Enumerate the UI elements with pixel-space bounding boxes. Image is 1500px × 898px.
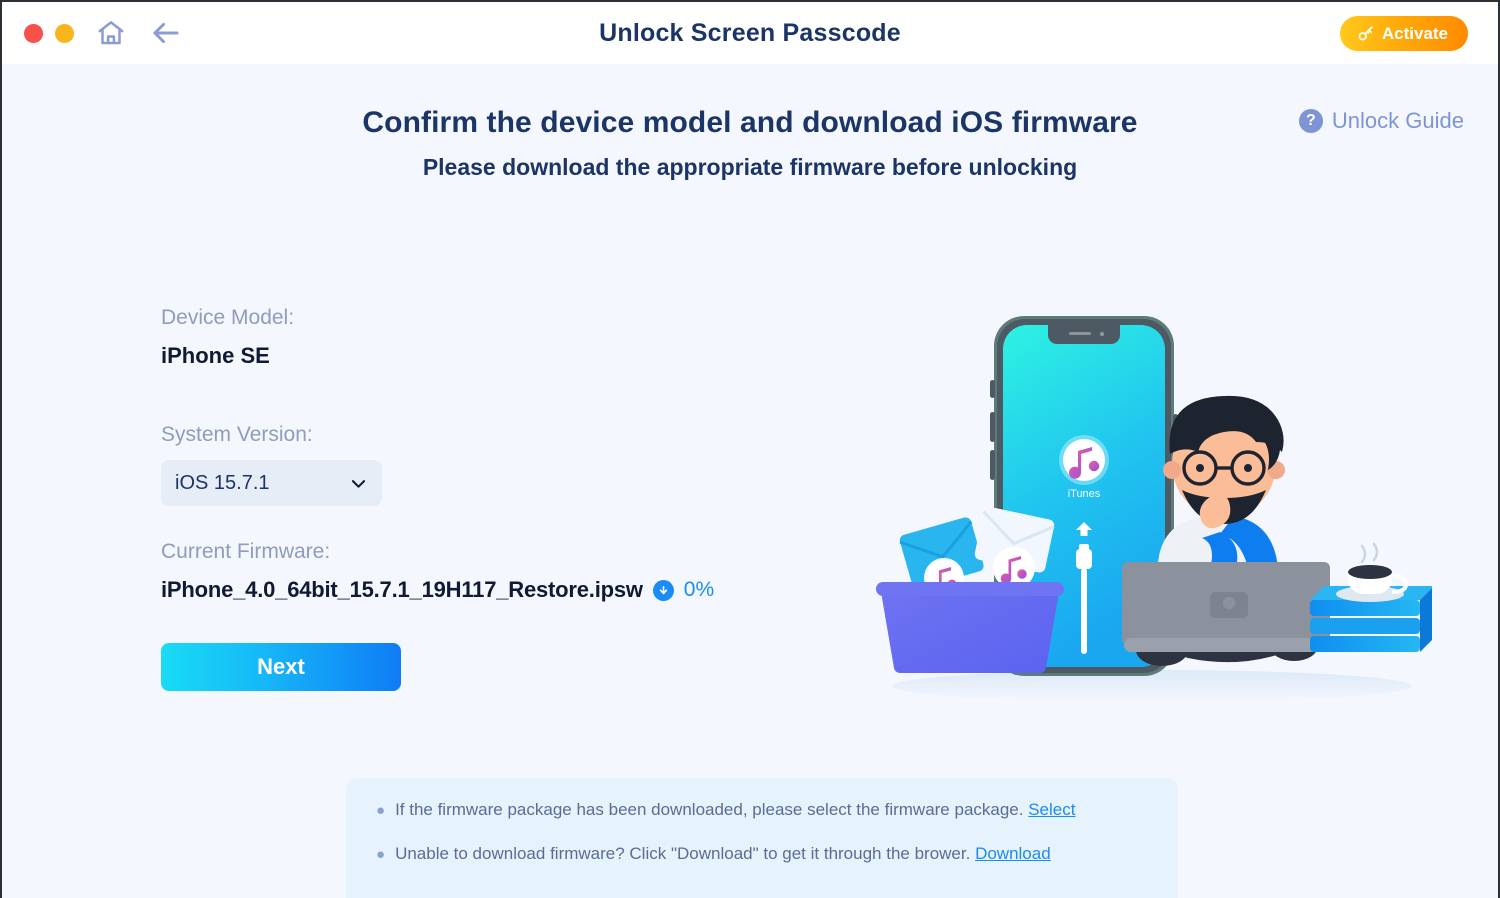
device-model-label: Device Model: <box>161 306 295 329</box>
current-firmware-label: Current Firmware: <box>161 540 331 563</box>
system-version-value: iOS 15.7.1 <box>175 471 270 494</box>
page-subtitle: Please download the appropriate firmware… <box>422 154 1078 180</box>
notice-text-select: If the firmware package has been downloa… <box>395 800 1024 819</box>
minimize-button[interactable] <box>55 23 74 43</box>
activate-button[interactable]: Activate <box>1339 16 1468 51</box>
page-title: Confirm the device model and download iO… <box>362 106 1138 139</box>
bullet-icon: ● <box>376 846 386 863</box>
titlebar: Unlock Screen Passcode Activate <box>2 2 1498 64</box>
system-version-label: System Version: <box>161 423 313 446</box>
download-progress: 0% <box>683 578 715 601</box>
home-icon[interactable] <box>96 18 126 48</box>
device-form: Device Model: iPhone SE System Version: … <box>161 306 721 691</box>
illustration-svg: iTunes <box>876 316 1434 702</box>
select-link[interactable]: Select <box>1028 800 1075 819</box>
activate-label: Activate <box>1381 23 1448 43</box>
notice-line-download: ● Unable to download firmware? Click "Do… <box>376 844 1148 864</box>
window-controls <box>24 23 74 43</box>
itunes-label: iTunes <box>1068 488 1101 500</box>
firmware-filename: iPhone_4.0_64bit_15.7.1_19H117_Restore.i… <box>161 577 643 602</box>
close-button[interactable] <box>24 23 43 43</box>
key-icon <box>1358 26 1373 41</box>
device-model-value: iPhone SE <box>161 343 270 368</box>
download-link[interactable]: Download <box>975 844 1051 863</box>
firmware-row: iPhone_4.0_64bit_15.7.1_19H117_Restore.i… <box>161 577 721 603</box>
download-circle-icon[interactable] <box>652 579 674 601</box>
content-area: ? Unlock Guide Confirm the device model … <box>2 64 1498 898</box>
page-headings: Confirm the device model and download iO… <box>2 106 1498 181</box>
next-button[interactable]: Next <box>161 643 401 691</box>
notice-text-download: Unable to download firmware? Click "Down… <box>395 844 971 863</box>
itunes-recovery-illustration: iTunes <box>862 294 1434 724</box>
notice-panel: ● If the firmware package has been downl… <box>346 778 1178 898</box>
chevron-down-icon <box>351 479 366 488</box>
notice-line-select: ● If the firmware package has been downl… <box>376 800 1148 820</box>
system-version-select[interactable]: iOS 15.7.1 <box>161 460 382 506</box>
bullet-icon: ● <box>376 802 386 819</box>
file-basket-illustration <box>876 506 1064 674</box>
window-title: Unlock Screen Passcode <box>599 18 901 47</box>
back-arrow-icon[interactable] <box>150 18 182 48</box>
